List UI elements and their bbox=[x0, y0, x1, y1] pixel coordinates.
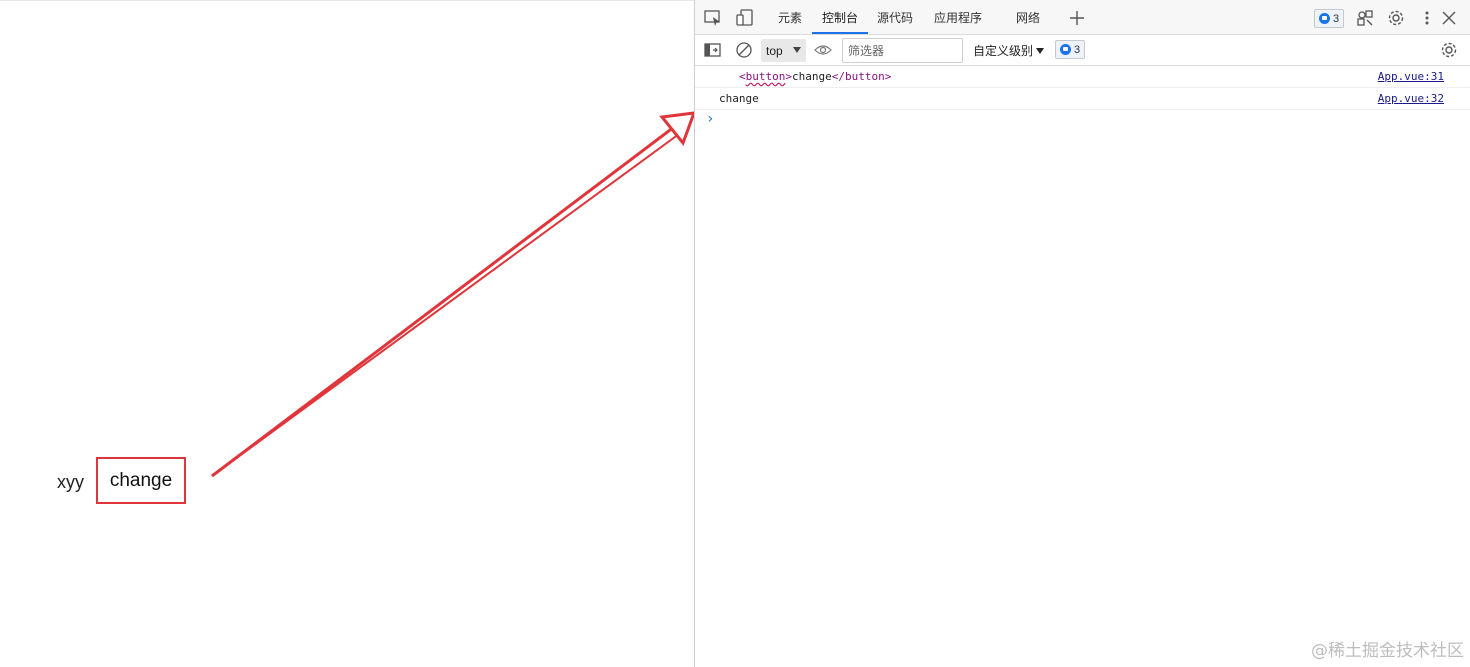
live-expression-eye-icon[interactable] bbox=[813, 40, 833, 60]
console-message: change bbox=[719, 92, 759, 105]
console-toolbar: top 自定义级别 3 bbox=[695, 35, 1470, 66]
tab-elements[interactable]: 元素 bbox=[773, 0, 807, 34]
source-link[interactable]: App.vue:31 bbox=[1378, 66, 1444, 88]
chevron-down-icon bbox=[793, 47, 801, 53]
sidebar-toggle-icon[interactable] bbox=[703, 40, 723, 60]
tab-console[interactable]: 控制台 bbox=[812, 0, 868, 34]
inspect-element-icon[interactable] bbox=[703, 8, 723, 28]
settings-gear-icon[interactable] bbox=[1386, 8, 1406, 28]
page-label: xyy bbox=[57, 472, 84, 492]
message-icon bbox=[1060, 44, 1071, 55]
message-icon bbox=[1319, 13, 1330, 24]
devtools-tabbar: 元素 控制台 源代码 应用程序 网络 3 bbox=[695, 0, 1470, 35]
console-output: <button>change</button> App.vue:31 chang… bbox=[695, 66, 1470, 127]
console-issues-badge[interactable]: 3 bbox=[1055, 40, 1086, 59]
connections-icon[interactable] bbox=[1355, 8, 1375, 28]
tab-network[interactable]: 网络 bbox=[1012, 0, 1044, 34]
chevron-down-icon bbox=[1036, 47, 1045, 54]
page-viewport: xyy change bbox=[0, 0, 694, 667]
log-level-select[interactable]: 自定义级别 bbox=[973, 42, 1045, 59]
console-row: <button>change</button> App.vue:31 bbox=[695, 66, 1470, 88]
console-issues-count: 3 bbox=[1074, 43, 1081, 56]
log-level-value: 自定义级别 bbox=[973, 44, 1034, 58]
console-row: change App.vue:32 bbox=[695, 88, 1470, 110]
tab-application[interactable]: 应用程序 bbox=[930, 0, 986, 34]
issues-badge[interactable]: 3 bbox=[1314, 9, 1345, 28]
console-message[interactable]: <button>change</button> bbox=[739, 66, 891, 88]
tab-sources[interactable]: 源代码 bbox=[873, 0, 917, 34]
context-select[interactable]: top bbox=[761, 39, 806, 62]
context-value: top bbox=[766, 43, 783, 58]
more-tabs-plus-icon[interactable] bbox=[1067, 8, 1087, 28]
change-button[interactable]: change bbox=[96, 457, 186, 504]
watermark: @稀土掘金技术社区 bbox=[1311, 641, 1464, 661]
issues-count: 3 bbox=[1333, 12, 1340, 25]
devtools-panel: 元素 控制台 源代码 应用程序 网络 3 top 筛选器 自定义级别 3 <bu… bbox=[694, 0, 1470, 667]
console-prompt-chevron-icon[interactable]: › bbox=[706, 111, 714, 127]
clear-console-icon[interactable] bbox=[734, 40, 754, 60]
close-icon[interactable] bbox=[1439, 8, 1459, 28]
console-settings-gear-icon[interactable] bbox=[1439, 40, 1459, 60]
more-options-icon[interactable] bbox=[1417, 8, 1437, 28]
device-toolbar-icon[interactable] bbox=[735, 8, 755, 28]
filter-input[interactable] bbox=[842, 38, 963, 63]
source-link[interactable]: App.vue:32 bbox=[1378, 88, 1444, 110]
